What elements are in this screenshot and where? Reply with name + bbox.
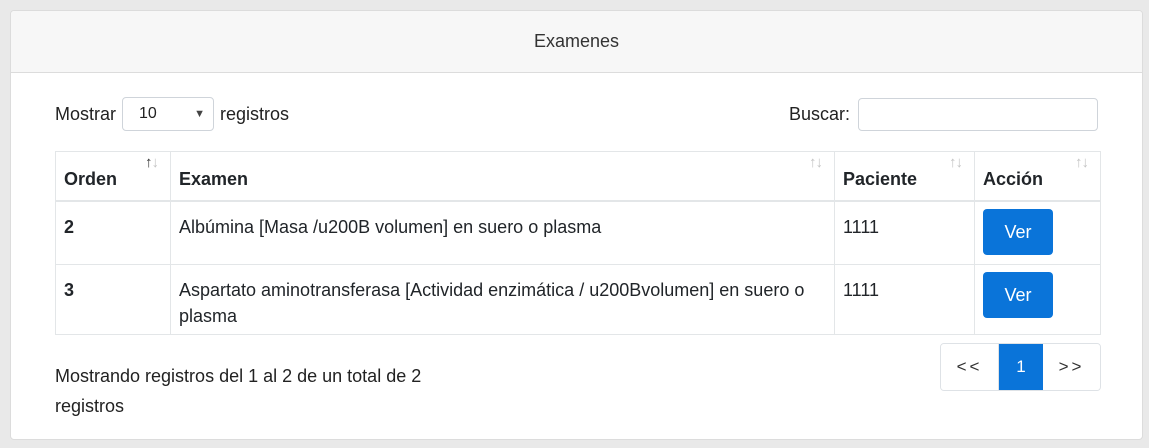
ver-button[interactable]: Ver [983, 209, 1053, 255]
examenes-table: Orden ↑↓ Examen ↑↓ Paciente ↑↓ Acción ↑↓ [55, 151, 1101, 335]
column-header-paciente[interactable]: Paciente ↑↓ [834, 151, 975, 202]
sort-icon: ↑↓ [809, 154, 823, 171]
cell-orden: 3 [55, 264, 171, 335]
chevron-down-icon: ▼ [194, 108, 206, 120]
sort-icon: ↑↓ [1075, 154, 1089, 171]
length-prefix-label: Mostrar [55, 103, 117, 124]
length-select[interactable]: 10 ▼ [122, 97, 215, 131]
page-title: Examenes [533, 31, 620, 51]
column-header-accion[interactable]: Acción ↑↓ [974, 151, 1101, 202]
length-control: Mostrar 10 ▼ registros [55, 97, 289, 131]
pagination-next-button[interactable]: >> [1043, 344, 1100, 390]
table-info: Mostrando registros del 1 al 2 de un tot… [55, 366, 422, 416]
card-header: Examenes [11, 11, 1142, 73]
column-header-examen[interactable]: Examen ↑↓ [170, 151, 835, 202]
cell-orden: 2 [55, 200, 171, 265]
table-header-row: Orden ↑↓ Examen ↑↓ Paciente ↑↓ Acción ↑↓ [55, 151, 1101, 202]
column-header-orden[interactable]: Orden ↑↓ [55, 151, 171, 202]
sort-asc-icon: ↑↓ [145, 154, 159, 171]
cell-paciente: 1111 [834, 200, 975, 265]
pagination: << 1 >> [940, 343, 1101, 391]
length-suffix-label: registros [220, 103, 290, 124]
search-control: Buscar: [788, 97, 1098, 131]
pagination-prev-button[interactable]: << [941, 344, 999, 390]
pagination-page-1[interactable]: 1 [999, 344, 1043, 390]
table-controls: Mostrar 10 ▼ registros Buscar: [55, 97, 1098, 131]
cell-paciente: 1111 [834, 264, 975, 335]
examenes-card: Examenes Mostrar 10 ▼ registros Buscar: … [10, 10, 1143, 440]
sort-icon: ↑↓ [949, 154, 963, 171]
search-label: Buscar: [788, 103, 850, 124]
table-row: 2 Albúmina [Masa /u200B volumen] en suer… [55, 200, 1101, 265]
length-select-value: 10 [139, 105, 157, 122]
table-row: 3 Aspartato aminotransferasa [Actividad … [55, 264, 1101, 335]
search-input[interactable] [858, 97, 1098, 131]
cell-accion: Ver [974, 264, 1101, 335]
cell-examen: Aspartato aminotransferasa [Actividad en… [170, 264, 835, 335]
cell-examen: Albúmina [Masa /u200B volumen] en suero … [170, 200, 835, 265]
cell-accion: Ver [974, 200, 1101, 265]
ver-button[interactable]: Ver [983, 272, 1053, 318]
